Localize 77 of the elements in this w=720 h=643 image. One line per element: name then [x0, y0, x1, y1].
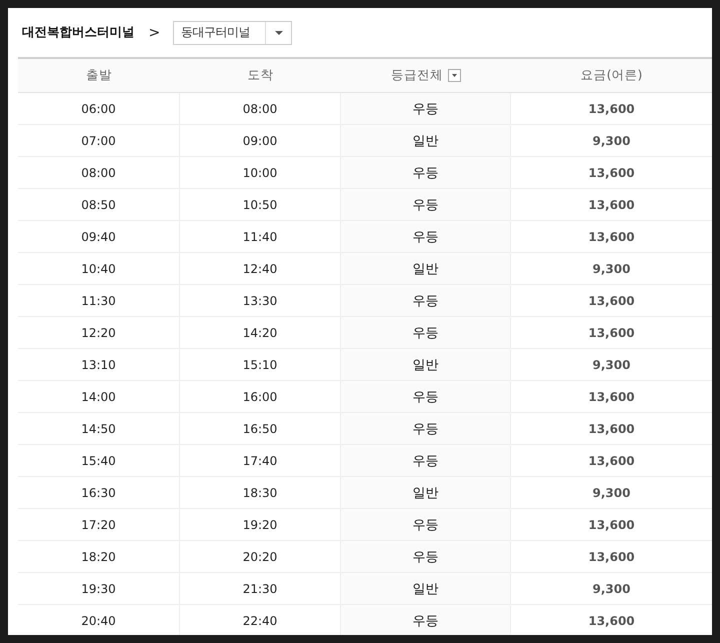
arrival-time: 16:50 [242, 422, 278, 436]
departure-time: 17:20 [81, 518, 116, 532]
departure-time: 14:00 [81, 390, 116, 404]
column-header: 출발 [85, 66, 113, 84]
fare-amount: 13,600 [588, 102, 635, 116]
bus-grade: 우등 [412, 452, 438, 470]
bus-grade: 우등 [412, 516, 438, 534]
fare-amount: 9,300 [592, 582, 630, 596]
departure-time: 11:30 [81, 294, 116, 308]
arrival-time: 21:30 [242, 582, 278, 596]
fare-amount: 13,600 [588, 454, 635, 468]
departure-time: 09:40 [81, 230, 116, 244]
arrival-time: 08:00 [242, 102, 278, 116]
fare-amount: 13,600 [588, 614, 635, 628]
arrival-time: 14:20 [242, 326, 278, 340]
departure-time: 14:50 [81, 422, 116, 436]
breadcrumb-separator: > [148, 24, 160, 40]
arrival-time: 22:40 [242, 614, 278, 628]
arrival-time: 17:40 [242, 454, 278, 468]
fare-amount: 13,600 [588, 326, 635, 340]
origin-terminal: 대전복합버스터미널 [22, 24, 134, 41]
fare-amount: 13,600 [588, 550, 635, 564]
fare-amount: 9,300 [592, 486, 630, 500]
bus-grade: 우등 [412, 420, 438, 438]
arrival-time: 16:00 [242, 390, 278, 404]
bus-grade: 우등 [412, 612, 438, 630]
column-header: 요금(어른) [580, 66, 644, 84]
departure-time: 19:30 [81, 582, 116, 596]
bus-grade: 일반 [412, 260, 438, 278]
departure-time: 08:50 [81, 198, 116, 212]
destination-select[interactable]: 동대구터미널 [173, 20, 292, 44]
fare-amount: 13,600 [588, 166, 635, 180]
departure-time: 07:00 [81, 134, 116, 148]
arrival-time: 13:30 [242, 294, 278, 308]
arrival-time: 15:10 [242, 358, 278, 372]
arrival-time: 12:40 [242, 262, 278, 276]
bus-grade: 우등 [412, 548, 438, 566]
bus-grade: 일반 [412, 580, 438, 598]
bus-grade: 일반 [412, 132, 438, 150]
arrival-time: 10:00 [242, 166, 278, 180]
departure-time: 20:40 [81, 614, 116, 628]
departure-time: 15:40 [81, 454, 116, 468]
fare-amount: 13,600 [588, 422, 635, 436]
fare-amount: 13,600 [588, 294, 635, 308]
fare-amount: 13,600 [588, 390, 635, 404]
arrival-time: 10:50 [242, 198, 278, 212]
bus-grade: 우등 [412, 196, 438, 214]
fare-amount: 9,300 [592, 262, 630, 276]
bus-grade: 우등 [412, 292, 438, 310]
arrival-time: 18:30 [242, 486, 278, 500]
bus-grade: 우등 [412, 100, 438, 118]
caret-icon [274, 30, 283, 34]
arrival-time: 11:40 [242, 230, 278, 244]
departure-time: 06:00 [81, 102, 116, 116]
bus-grade: 우등 [412, 164, 438, 182]
fare-amount: 9,300 [592, 134, 630, 148]
column-header: 등급전체 [391, 67, 443, 84]
bus-grade: 우등 [412, 388, 438, 406]
column-header: 도착 [246, 66, 274, 84]
departure-time: 10:40 [81, 262, 116, 276]
departure-time: 16:30 [81, 486, 116, 500]
bus-grade: 우등 [412, 228, 438, 246]
departure-time: 08:00 [81, 166, 116, 180]
fare-amount: 13,600 [588, 518, 635, 532]
fare-amount: 13,600 [588, 198, 635, 212]
departure-time: 18:20 [81, 550, 116, 564]
fare-amount: 13,600 [588, 230, 635, 244]
bus-grade: 일반 [412, 484, 438, 502]
bus-grade: 우등 [412, 324, 438, 342]
arrival-time: 20:20 [242, 550, 278, 564]
departure-time: 12:20 [81, 326, 116, 340]
arrival-time: 09:00 [242, 134, 278, 148]
bus-grade: 일반 [412, 356, 438, 374]
fare-amount: 9,300 [592, 358, 630, 372]
departure-time: 13:10 [81, 358, 116, 372]
filter-dropdown-icon[interactable] [448, 69, 461, 82]
arrival-time: 19:20 [242, 518, 278, 532]
